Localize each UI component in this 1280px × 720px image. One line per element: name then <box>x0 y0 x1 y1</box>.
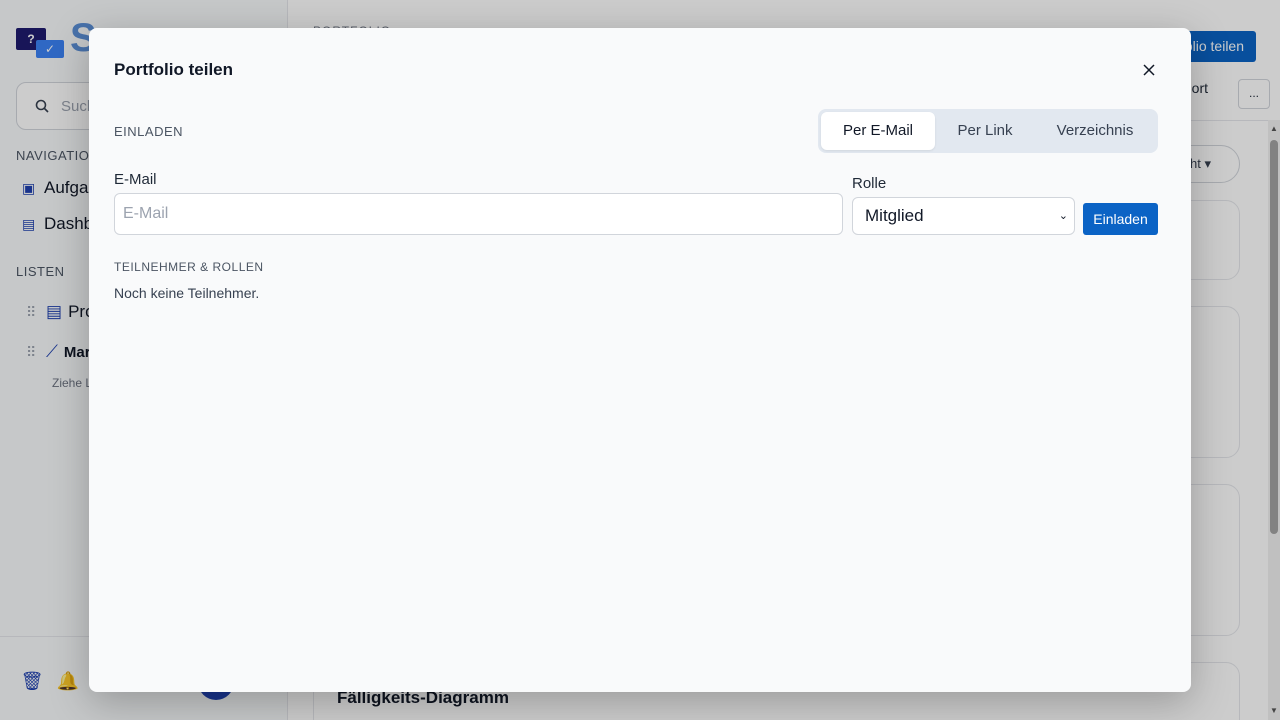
close-icon <box>1143 64 1155 76</box>
tab-directory[interactable]: Verzeichnis <box>1035 112 1155 150</box>
members-section-label: TEILNEHMER & ROLLEN <box>114 260 264 274</box>
tab-per-email[interactable]: Per E-Mail <box>821 112 935 150</box>
chevron-down-icon: ⌄ <box>1058 210 1068 222</box>
tab-per-link[interactable]: Per Link <box>935 112 1035 150</box>
role-select-value: Mitglied <box>865 206 924 225</box>
email-label: E-Mail <box>114 171 157 188</box>
email-field[interactable] <box>114 193 843 235</box>
share-dialog: Portfolio teilen EINLADEN Per E-Mail Per… <box>89 28 1191 692</box>
invite-button[interactable]: Einladen <box>1083 203 1158 235</box>
invite-method-tabs: Per E-Mail Per Link Verzeichnis <box>818 109 1158 153</box>
dialog-title: Portfolio teilen <box>114 60 233 79</box>
close-button[interactable] <box>1137 58 1161 82</box>
role-select[interactable]: Mitglied ⌄ <box>852 197 1075 235</box>
role-label: Rolle <box>852 175 887 192</box>
members-empty-text: Noch keine Teilnehmer. <box>114 285 260 301</box>
invite-section-label: EINLADEN <box>114 124 184 139</box>
